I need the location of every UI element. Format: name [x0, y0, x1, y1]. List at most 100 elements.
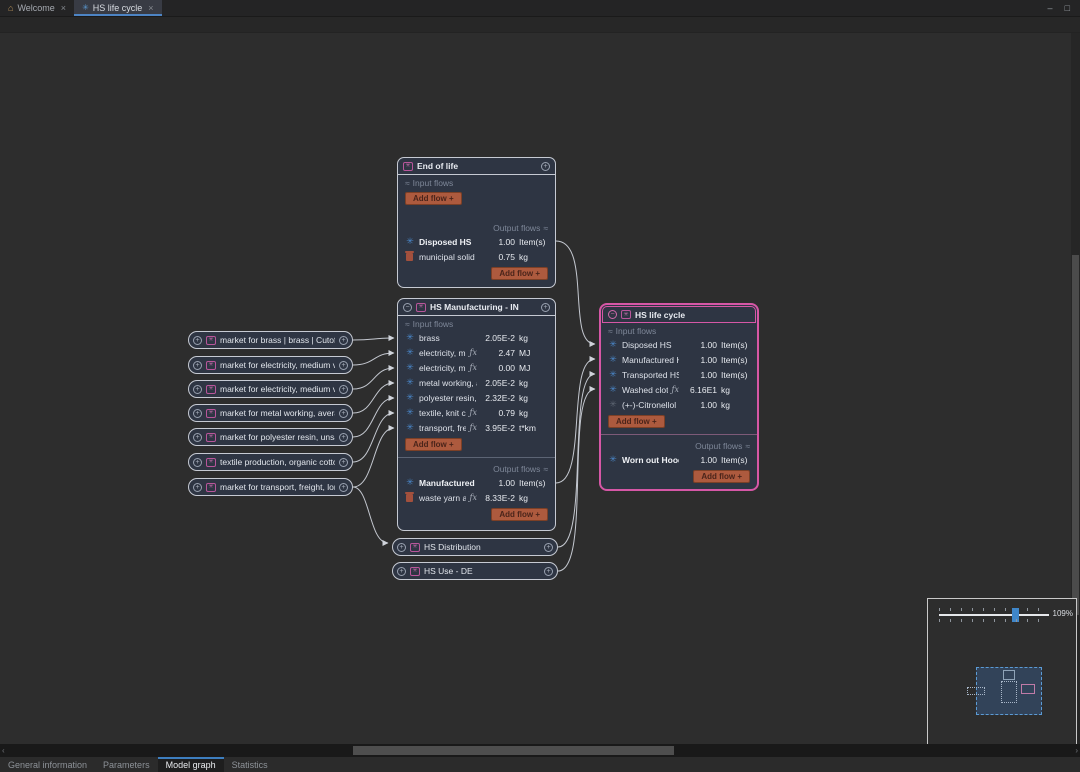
process-icon: ✳ — [206, 336, 216, 345]
editor-tab-bar: ⌂ Welcome × ✳ HS life cycle × – □ — [0, 0, 1080, 17]
node-title: market for transport, freight, lorr... — [220, 482, 335, 492]
close-icon[interactable]: × — [61, 3, 66, 13]
minimap-node — [1001, 681, 1017, 703]
flow-row[interactable]: ✳ Transported HS 1.00 Item(s) — [601, 367, 757, 382]
horizontal-scrollbar-thumb[interactable] — [353, 746, 674, 755]
expand-icon[interactable]: + — [339, 385, 348, 394]
node-header[interactable]: − ✳ HS life cycle — [602, 306, 756, 323]
node-provider-metal-working[interactable]: + ✳ market for metal working, avera... + — [188, 404, 353, 422]
zoom-ticks-top — [939, 608, 1049, 611]
scroll-right-icon[interactable]: › — [1075, 746, 1078, 755]
add-flow-button[interactable]: Add flow + — [491, 267, 548, 280]
node-header[interactable]: − ✳ HS Manufacturing - IN + — [398, 299, 555, 316]
minimize-icon[interactable]: – — [1048, 3, 1053, 13]
model-graph-icon: ✳ — [82, 4, 89, 12]
flow-unit: Item(s) — [721, 340, 750, 350]
tab-model-graph[interactable]: Model graph — [158, 757, 224, 772]
expand-icon[interactable]: + — [541, 303, 550, 312]
flow-amount: 0.79 — [481, 408, 515, 418]
process-icon: ✳ — [410, 567, 420, 576]
node-provider-polyester-resin[interactable]: + ✳ market for polyester resin, unsat...… — [188, 428, 353, 446]
formula-icon: ƒx — [470, 423, 477, 432]
expand-icon[interactable]: + — [541, 162, 550, 171]
node-end-of-life[interactable]: ✳ End of life + ≈ Input flows Add flow +… — [397, 157, 556, 288]
node-provider-brass[interactable]: + ✳ market for brass | brass | Cutoff, .… — [188, 331, 353, 349]
add-flow-button[interactable]: Add flow + — [608, 415, 665, 428]
expand-icon[interactable]: + — [339, 458, 348, 467]
flow-row[interactable]: ✳ electricity, medium ... ƒx 0.00 MJ — [398, 360, 555, 375]
collapse-icon[interactable]: − — [403, 303, 412, 312]
flow-row[interactable]: ✳ Worn out Hooded Swea... 1.00 Item(s) — [601, 452, 757, 467]
node-provider-textile-production[interactable]: + ✳ textile production, organic cotto...… — [188, 453, 353, 471]
collapse-icon[interactable]: − — [608, 310, 617, 319]
flow-row[interactable]: ✳ electricity, medium ... ƒx 2.47 MJ — [398, 345, 555, 360]
flow-row[interactable]: ✳ brass 2.05E-2 kg — [398, 330, 555, 345]
horizontal-scrollbar[interactable]: ‹ › — [0, 744, 1080, 757]
flow-amount: 0.75 — [481, 252, 515, 262]
flow-row[interactable]: ✳ textile, knit cotton ƒx 0.79 kg — [398, 405, 555, 420]
flow-row[interactable]: ✳ Disposed HS 1.00 Item(s) — [398, 234, 555, 249]
add-flow-button[interactable]: Add flow + — [693, 470, 750, 483]
expand-icon[interactable]: + — [339, 361, 348, 370]
expand-icon[interactable]: + — [193, 361, 202, 370]
add-flow-button[interactable]: Add flow + — [405, 192, 462, 205]
add-flow-button[interactable]: Add flow + — [405, 438, 462, 451]
process-icon: ✳ — [403, 162, 413, 171]
node-provider-electricity-2[interactable]: + ✳ market for electricity, medium v... … — [188, 380, 353, 398]
node-hs-life-cycle[interactable]: − ✳ HS life cycle ≈ Input flows ✳ Dispos… — [599, 303, 759, 491]
expand-icon[interactable]: + — [193, 483, 202, 492]
tab-general-information[interactable]: General information — [0, 757, 95, 772]
expand-icon[interactable]: + — [544, 567, 553, 576]
minimap-node — [1003, 670, 1015, 680]
close-icon[interactable]: × — [148, 3, 153, 13]
expand-icon[interactable]: + — [544, 543, 553, 552]
zoom-slider-track[interactable] — [939, 614, 1049, 616]
expand-icon[interactable]: + — [193, 458, 202, 467]
flow-row[interactable]: ✳ Disposed HS 1.00 Item(s) — [601, 337, 757, 352]
minimap-viewport[interactable] — [976, 667, 1042, 715]
expand-icon[interactable]: + — [397, 543, 406, 552]
tab-statistics[interactable]: Statistics — [224, 757, 276, 772]
expand-icon[interactable]: + — [193, 336, 202, 345]
flow-row[interactable]: ✳ (+-)-Citronellol 1.00 kg — [601, 397, 757, 412]
flow-unit: kg — [519, 252, 548, 262]
add-flow-button[interactable]: Add flow + — [491, 508, 548, 521]
flow-amount: 2.32E-2 — [481, 393, 515, 403]
node-hs-use[interactable]: + ✳ HS Use - DE + — [392, 562, 558, 580]
flows-marker-icon: ≈ — [543, 223, 548, 233]
expand-icon[interactable]: + — [193, 409, 202, 418]
scroll-left-icon[interactable]: ‹ — [2, 746, 5, 755]
expand-icon[interactable]: + — [339, 483, 348, 492]
node-header[interactable]: ✳ End of life + — [398, 158, 555, 175]
node-hs-distribution[interactable]: + ✳ HS Distribution + — [392, 538, 558, 556]
node-hs-manufacturing[interactable]: − ✳ HS Manufacturing - IN + ≈ Input flow… — [397, 298, 556, 531]
flow-unit: Item(s) — [721, 355, 750, 365]
expand-icon[interactable]: + — [397, 567, 406, 576]
flow-unit: kg — [519, 393, 548, 403]
flow-row[interactable]: ✳ Manufactured HS 1.00 Item(s) — [601, 352, 757, 367]
flow-name: Manufactured HS — [419, 478, 477, 488]
flow-row[interactable]: waste yarn and wa... ƒx 8.33E-2 kg — [398, 490, 555, 505]
flow-row[interactable]: municipal solid waste 0.75 kg — [398, 249, 555, 264]
expand-icon[interactable]: + — [339, 336, 348, 345]
vertical-scrollbar-thumb[interactable] — [1072, 255, 1079, 615]
flow-row[interactable]: ✳ Manufactured HS 1.00 Item(s) — [398, 475, 555, 490]
tab-welcome[interactable]: ⌂ Welcome × — [0, 0, 74, 16]
tab-parameters[interactable]: Parameters — [95, 757, 158, 772]
tab-hs-life-cycle[interactable]: ✳ HS life cycle × — [74, 0, 161, 16]
flow-row[interactable]: ✳ Washed clothes ƒx 6.16E1 kg — [601, 382, 757, 397]
restore-icon[interactable]: □ — [1065, 3, 1070, 13]
flow-row[interactable]: ✳ polyester resin, unsa... 2.32E-2 kg — [398, 390, 555, 405]
expand-icon[interactable]: + — [339, 433, 348, 442]
node-provider-transport[interactable]: + ✳ market for transport, freight, lorr.… — [188, 478, 353, 496]
flow-amount: 1.00 — [683, 400, 717, 410]
expand-icon[interactable]: + — [339, 409, 348, 418]
node-title: HS Use - DE — [424, 566, 540, 576]
flow-row[interactable]: ✳ transport, freight, lo... ƒx 3.95E-2 t… — [398, 420, 555, 435]
node-provider-electricity-1[interactable]: + ✳ market for electricity, medium v... … — [188, 356, 353, 374]
zoom-ticks-bottom — [939, 619, 1049, 622]
flow-row[interactable]: ✳ metal working, aver... 2.05E-2 kg — [398, 375, 555, 390]
expand-icon[interactable]: + — [193, 385, 202, 394]
expand-icon[interactable]: + — [193, 433, 202, 442]
flow-amount: 2.05E-2 — [481, 333, 515, 343]
